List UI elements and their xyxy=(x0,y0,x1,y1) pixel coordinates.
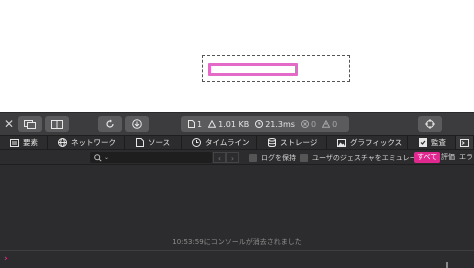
storage-icon xyxy=(267,138,276,147)
webpage-viewport xyxy=(0,0,474,112)
filter-all-button[interactable]: すべて xyxy=(414,152,441,163)
detach-window-icon xyxy=(24,119,36,129)
console-divider xyxy=(0,250,474,251)
error-count: 0 xyxy=(300,120,316,129)
sources-icon xyxy=(135,138,144,147)
console-prompt[interactable]: › xyxy=(4,254,8,264)
filter-errors-button[interactable]: エラ xyxy=(456,152,474,163)
error-icon xyxy=(300,120,309,128)
crosshair-icon xyxy=(425,119,435,129)
weight-icon xyxy=(208,120,217,128)
safari-window: ✕ 1 1.01 KB 21.3ms 0 0 要素 ネットワーク ソース タイム… xyxy=(0,0,474,268)
emulate-gesture-checkbox[interactable]: ユーザのジェスチャをエミュレート xyxy=(300,153,424,163)
clock-icon xyxy=(255,120,264,128)
resource-count: 1 xyxy=(188,120,202,129)
console-filter-bar: ⌄ ‹ › ログを保持 ユーザのジェスチャをエミュレート すべて 評価 エラ xyxy=(0,150,474,165)
tab-elements[interactable]: 要素 xyxy=(0,136,48,149)
split-pane-icon xyxy=(51,119,63,129)
inspect-element-button[interactable] xyxy=(418,116,442,132)
reload-button[interactable] xyxy=(98,116,122,132)
inspector-tab-bar: 要素 ネットワーク ソース タイムライン ストレージ グラフィックス 監査 xyxy=(0,135,474,150)
audit-icon xyxy=(418,138,427,147)
tab-console[interactable] xyxy=(456,136,474,149)
dock-mode-button[interactable] xyxy=(18,116,42,132)
tab-audit[interactable]: 監査 xyxy=(408,136,456,149)
preserve-log-checkbox[interactable]: ログを保持 xyxy=(249,153,296,163)
warning-icon xyxy=(322,120,331,128)
resource-size: 1.01 KB xyxy=(208,120,249,129)
console-search-field[interactable]: ⌄ xyxy=(90,152,212,163)
network-icon xyxy=(58,138,67,147)
checkbox-box[interactable] xyxy=(249,154,257,162)
dashboard-metrics[interactable]: 1 1.01 KB 21.3ms 0 0 xyxy=(181,116,349,132)
warning-count: 0 xyxy=(322,120,337,129)
pink-bordered-input[interactable] xyxy=(208,63,298,76)
search-icon xyxy=(94,153,102,162)
timelines-icon xyxy=(192,138,201,147)
tab-network[interactable]: ネットワーク xyxy=(48,136,125,149)
elements-icon xyxy=(10,138,19,147)
download-icon xyxy=(132,119,142,129)
console-cleared-message: 10:53:59にコンソールが消去されました xyxy=(172,238,302,246)
load-time: 21.3ms xyxy=(255,120,295,129)
console-scrollbar[interactable] xyxy=(446,262,448,268)
next-result-button[interactable]: › xyxy=(226,152,239,163)
dock-side-button[interactable] xyxy=(45,116,69,132)
filter-evaluations-button[interactable]: 評価 xyxy=(438,152,458,163)
console-icon xyxy=(460,138,469,147)
inspector-toolbar: ✕ 1 1.01 KB 21.3ms 0 0 xyxy=(0,112,474,135)
document-icon xyxy=(188,120,195,128)
download-button[interactable] xyxy=(125,116,149,132)
checkbox-box[interactable] xyxy=(300,154,308,162)
console-log-area: 10:53:59にコンソールが消去されました › xyxy=(0,165,474,268)
tab-graphics[interactable]: グラフィックス xyxy=(327,136,408,149)
chevron-down-icon: ⌄ xyxy=(104,154,110,161)
previous-result-button[interactable]: ‹ xyxy=(213,152,226,163)
tab-storage[interactable]: ストレージ xyxy=(257,136,327,149)
search-navigation: ‹ › xyxy=(213,152,239,163)
reload-icon xyxy=(106,119,114,128)
graphics-icon xyxy=(337,138,346,147)
tab-timelines[interactable]: タイムライン xyxy=(182,136,257,149)
close-icon[interactable]: ✕ xyxy=(4,117,14,131)
tab-sources[interactable]: ソース xyxy=(125,136,182,149)
